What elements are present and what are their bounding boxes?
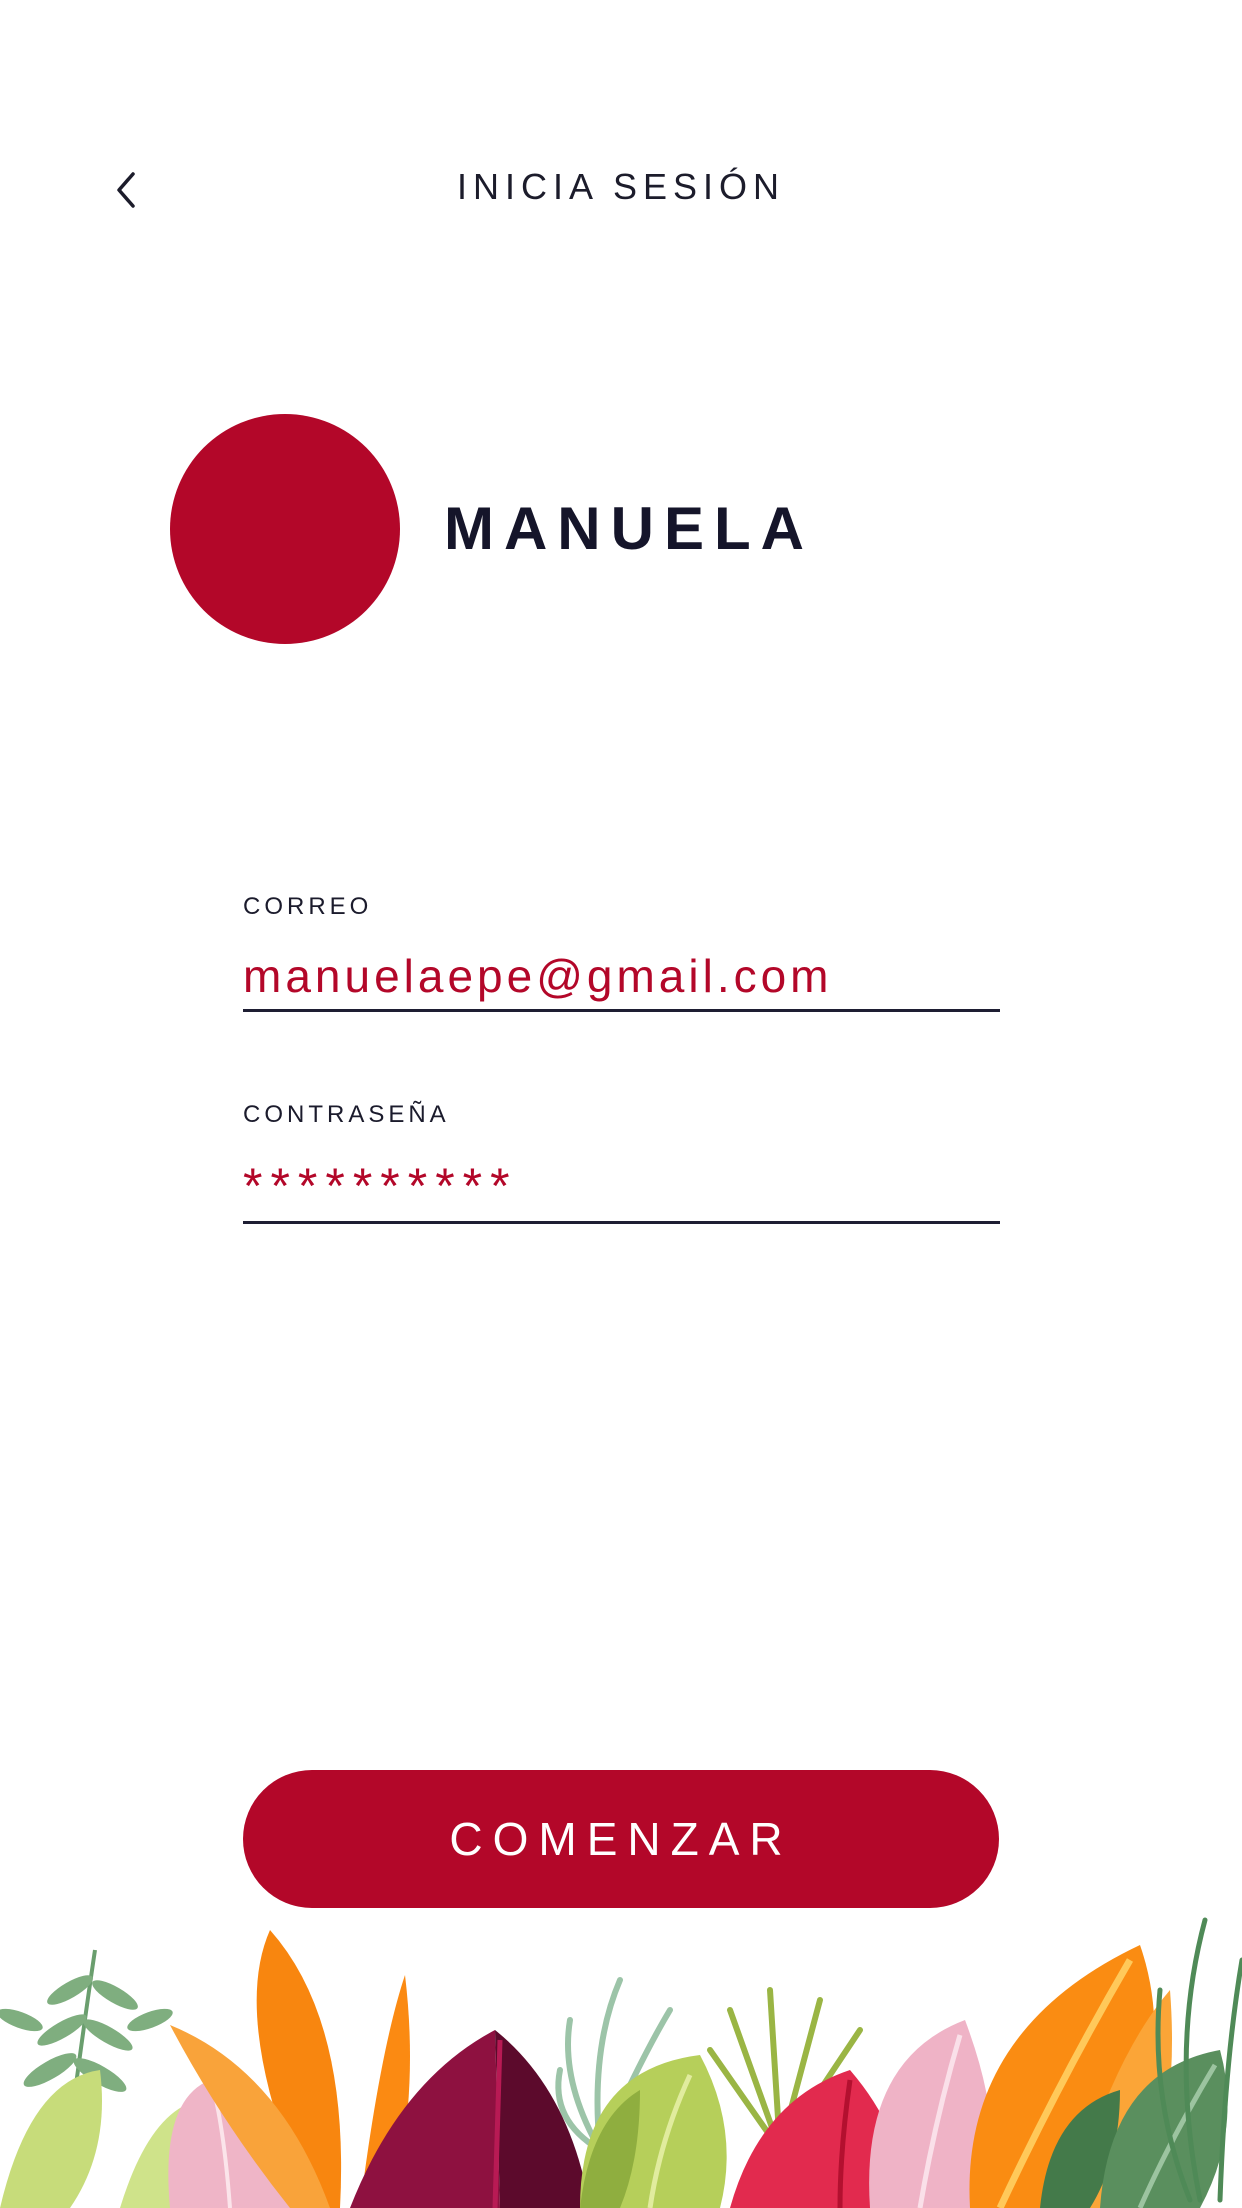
email-field-group: CORREO: [243, 893, 1000, 1012]
password-field[interactable]: [243, 1157, 1000, 1224]
leaf-maroon-left: [350, 2030, 500, 2208]
avatar: [170, 414, 400, 644]
email-field[interactable]: [243, 949, 1000, 1012]
user-name: MANUELA: [444, 495, 814, 562]
tropical-foliage-illustration: [0, 1917, 1242, 2208]
leaf-pale-green-1: [0, 2070, 102, 2208]
password-label: CONTRASEÑA: [243, 1101, 450, 1128]
password-field-group: CONTRASEÑA: [243, 1101, 1000, 1224]
leaf-maroon-right: [495, 2030, 590, 2208]
page-title: INICIA SESIÓN: [456, 166, 786, 207]
email-label: CORREO: [243, 893, 373, 920]
start-button[interactable]: COMENZAR: [243, 1770, 999, 1908]
